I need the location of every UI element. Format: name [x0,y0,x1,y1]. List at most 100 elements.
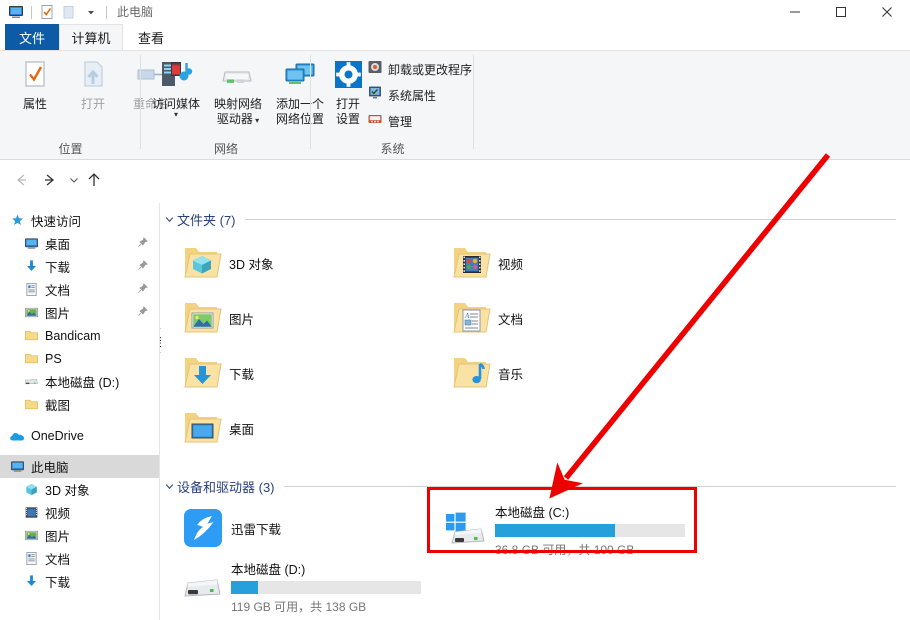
manage-icon [367,111,383,132]
sidebar-item-onedrive[interactable]: OneDrive [0,424,159,447]
forward-button[interactable] [39,171,61,193]
sidebar-item-quick-access-label: 快速访问 [31,215,82,229]
ribbon-button-access-media[interactable]: 访问媒体 ▾ [145,57,207,127]
chevron-down-icon[interactable]: ▾ [253,116,259,125]
onedrive-icon [8,428,26,444]
tab-computer[interactable]: 计算机 [59,24,123,50]
sidebar-item-pictures-label: 图片 [45,307,71,321]
sidebar-item-downloads-2[interactable]: 下载 [0,570,159,593]
chevron-down-icon[interactable] [161,481,177,492]
ribbon-button-system-properties-label: 系统属性 [388,89,437,103]
folders-section-header[interactable]: 文件夹 (7) [161,208,910,230]
properties-check-icon[interactable] [36,2,58,23]
folders-section-title: 文件夹 (7) [177,212,236,228]
ribbon-button-system-properties[interactable]: 系统属性 [367,85,472,106]
documents-icon [22,282,40,297]
ribbon-button-open-label: 打开 [80,97,105,111]
pictures-icon [22,528,40,543]
folder-item-music[interactable]: 音乐 [444,348,523,398]
folder-item-3d-objects[interactable]: 3D 对象 [175,238,273,288]
sidebar-item-pictures[interactable]: 图片 [0,301,159,324]
this-pc-icon[interactable] [5,2,27,23]
window-controls [772,0,910,24]
folder-item-downloads[interactable]: 下载 [175,348,254,398]
xunlei-icon [175,507,231,549]
ribbon-button-uninstall-program[interactable]: 卸载或更改程序 [367,59,472,80]
pin-icon[interactable] [137,283,148,297]
maximize-button[interactable] [818,0,864,24]
device-xunlei-info: 迅雷下载 [231,519,281,538]
sidebar-item-this-pc[interactable]: 此电脑 [0,455,159,478]
sidebar-item-desktop-label: 桌面 [45,238,71,252]
sidebar-item-videos[interactable]: 视频 [0,501,159,524]
sidebar-item-bandicam[interactable]: Bandicam [0,324,159,347]
sidebar-item-documents[interactable]: 文档 [0,278,159,301]
up-button[interactable] [83,171,105,193]
minimize-button[interactable] [772,0,818,24]
desktop-icon [22,236,40,251]
sidebar-item-bandicam-label: Bandicam [45,328,101,343]
navigation-pane[interactable]: 快速访问 桌面 下载 文档 图片 Bandicam PS 本地磁盘 (D:) 截… [0,203,160,620]
folder-music-icon [444,353,498,393]
device-item-xunlei-label: 迅雷下载 [231,522,282,537]
device-d-info: 本地磁盘 (D:) 119 GB 可用，共 138 GB [231,559,421,615]
sidebar-item-quick-access[interactable]: 快速访问 [0,209,159,232]
ribbon-button-map-network-drive[interactable]: 映射网络 驱动器 ▾ [207,57,269,127]
folder-documents-icon: A [444,298,498,338]
sidebar-item-documents-2[interactable]: 文档 [0,547,159,570]
ribbon-button-manage[interactable]: 管理 [367,111,472,132]
folder-3d-objects-icon [175,243,229,283]
ribbon-group-network-label: 网络 [213,142,238,156]
devices-section-title: 设备和驱动器 (3) [177,479,275,495]
chevron-down-icon[interactable] [80,2,102,23]
ribbon-button-properties[interactable]: 属性 [6,57,64,112]
device-item-local-disk-c[interactable]: 本地磁盘 (C:) 36.8 GB 可用，共 100 GB [439,502,685,558]
tab-view[interactable]: 查看 [123,24,179,50]
sidebar-item-desktop[interactable]: 桌面 [0,232,159,255]
capacity-bar-c-fill [495,524,615,537]
window-title: 此电脑 [117,5,154,19]
chevron-down-icon[interactable] [161,214,177,225]
devices-section-header[interactable]: 设备和驱动器 (3) [161,475,910,497]
address-bar-row: › 此电脑 在 此电脑 中搜索 [0,161,910,353]
folder-pictures-icon [175,298,229,338]
folder-item-documents[interactable]: A 文档 [444,293,523,343]
sidebar-item-3d-objects[interactable]: 3D 对象 [0,478,159,501]
sidebar-item-pictures-2-label: 图片 [45,530,71,544]
device-item-xunlei[interactable]: 迅雷下载 [175,507,281,549]
capacity-bar-d-fill [231,581,258,594]
sidebar-item-pictures-2[interactable]: 图片 [0,524,159,547]
sidebar-item-screenshots[interactable]: 截图 [0,393,159,416]
sidebar-item-local-disk-d[interactable]: 本地磁盘 (D:) [0,370,159,393]
tab-file[interactable]: 文件 [5,24,59,50]
chevron-down-icon[interactable]: ▾ [174,111,178,119]
pin-icon[interactable] [137,306,148,320]
open-icon [77,59,109,93]
ribbon-button-open[interactable]: 打开 [64,57,122,112]
close-button[interactable] [864,0,910,24]
sidebar-item-documents-label: 文档 [45,284,71,298]
sidebar-item-ps[interactable]: PS [0,347,159,370]
folder-item-downloads-label: 下载 [229,367,255,382]
device-item-local-disk-c-capacity: 36.8 GB 可用，共 100 GB [495,543,635,557]
3d-objects-icon [22,482,40,497]
folder-item-pictures[interactable]: 图片 [175,293,254,343]
back-button[interactable] [10,171,32,193]
sidebar-item-documents-2-label: 文档 [45,553,71,567]
content-pane[interactable]: 文件夹 (7) 3D 对象 视频 图片 A 文档 下载 音乐 桌面 设备和驱动器… [161,203,910,620]
downloads-icon [22,574,40,589]
folder-item-desktop[interactable]: 桌面 [175,403,254,453]
sidebar-item-local-disk-d-label: 本地磁盘 (D:) [45,376,120,390]
pin-icon[interactable] [137,237,148,251]
device-item-local-disk-d-capacity: 119 GB 可用，共 138 GB [231,600,367,614]
pin-icon[interactable] [137,260,148,274]
folder-item-videos[interactable]: 视频 [444,238,523,288]
devices-grid: 迅雷下载 本地磁盘 (C:) 36.8 GB 可用，共 100 GB 本地磁盘 … [161,497,910,620]
sidebar-gap-2 [0,447,159,455]
folder-icon [22,351,40,366]
arrow-up-icon [85,171,103,194]
sidebar-item-downloads[interactable]: 下载 [0,255,159,278]
recent-locations-button[interactable] [63,171,85,193]
new-folder-icon[interactable] [58,2,80,23]
device-item-local-disk-d[interactable]: 本地磁盘 (D:) 119 GB 可用，共 138 GB [175,559,421,615]
